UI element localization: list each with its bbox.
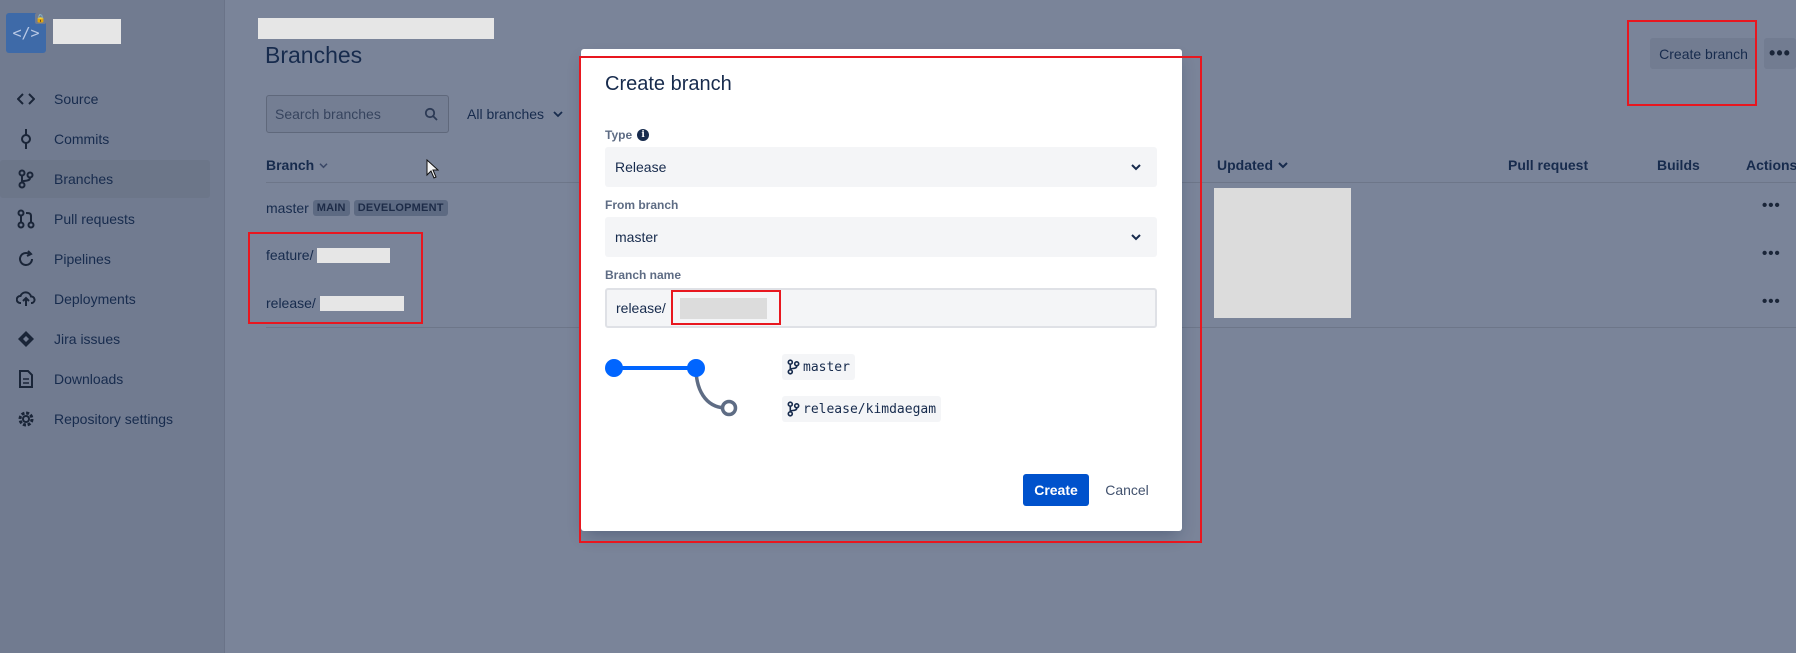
sidebar-item-repository-settings[interactable]: Repository settings: [0, 400, 210, 438]
sidebar-item-label: Branches: [54, 171, 114, 187]
table-row[interactable]: master MAIN DEVELOPMENT: [266, 200, 448, 216]
branch-name[interactable]: release/: [266, 295, 316, 311]
branch-name-label: Branch name: [605, 268, 682, 282]
type-label: Type i: [605, 128, 650, 142]
column-header-pull-request: Pull request: [1508, 157, 1589, 173]
from-branch-value: master: [615, 229, 658, 245]
source-branch-chip: master: [782, 354, 855, 380]
sidebar-item-label: Pipelines: [54, 251, 111, 267]
sidebar-item-jira-issues[interactable]: Jira issues: [0, 320, 210, 358]
column-header-actions: Actions: [1746, 157, 1796, 173]
column-label: Branch: [266, 157, 315, 173]
pull-request-icon: [15, 208, 37, 230]
column-header-updated[interactable]: Updated: [1217, 157, 1288, 173]
branch-diagram: [605, 359, 738, 417]
column-header-builds: Builds: [1657, 157, 1700, 173]
from-branch-label: From branch: [605, 198, 679, 212]
chevron-down-icon: [553, 111, 563, 118]
branch-filter-value: All branches: [467, 106, 545, 122]
document-icon: [15, 368, 37, 390]
create-branch-dialog: Create branch Type i Release From branch…: [581, 49, 1182, 531]
sidebar-item-downloads[interactable]: Downloads: [0, 360, 210, 398]
search-icon: [424, 107, 438, 121]
sidebar-item-label: Pull requests: [54, 211, 135, 227]
redacted-breadcrumb: [258, 18, 494, 39]
sidebar: </> 🔒 Source Commits Branches Pull reque…: [0, 0, 225, 653]
sidebar-item-source[interactable]: Source: [0, 80, 210, 118]
table-row[interactable]: feature/: [266, 247, 391, 263]
sidebar-item-pull-requests[interactable]: Pull requests: [0, 200, 210, 238]
branch-name-input[interactable]: release/: [605, 288, 1157, 328]
redacted-branch-name-value: [679, 297, 767, 319]
dialog-title: Create branch: [605, 73, 732, 95]
redacted-branch-name: [319, 295, 404, 311]
sidebar-item-pipelines[interactable]: Pipelines: [0, 240, 210, 278]
info-icon[interactable]: i: [637, 129, 650, 141]
development-lozenge: DEVELOPMENT: [353, 200, 448, 216]
new-branch-name: release/kimdaegam: [803, 401, 937, 417]
redacted-repository-name: [53, 19, 121, 44]
search-placeholder: Search branches: [275, 106, 381, 122]
source-branch-name: master: [803, 359, 850, 375]
branch-icon: [15, 168, 37, 190]
sidebar-item-commits[interactable]: Commits: [0, 120, 210, 158]
page-title: Branches: [265, 42, 363, 68]
mouse-cursor-icon: [426, 159, 439, 179]
sidebar-item-deployments[interactable]: Deployments: [0, 280, 210, 318]
cancel-button[interactable]: Cancel: [1097, 474, 1157, 506]
sidebar-item-label: Commits: [54, 131, 110, 147]
sidebar-item-label: Deployments: [54, 291, 136, 307]
sort-chevron-icon: [319, 162, 328, 168]
pipelines-icon: [15, 248, 37, 270]
type-label-text: Type: [605, 128, 633, 142]
type-select[interactable]: Release: [605, 147, 1157, 187]
sidebar-item-label: Jira issues: [54, 331, 121, 347]
chevron-down-icon: [1131, 164, 1141, 171]
commit-icon: [15, 128, 37, 150]
main-lozenge: MAIN: [312, 200, 350, 216]
branch-name-prefix: release/: [616, 300, 666, 316]
create-button[interactable]: Create: [1023, 474, 1089, 506]
branch-icon: [787, 359, 800, 375]
branch-icon: [787, 401, 800, 417]
sidebar-item-branches[interactable]: Branches: [0, 160, 210, 198]
cloud-upload-icon: [15, 288, 37, 310]
sidebar-item-label: Repository settings: [54, 411, 174, 427]
column-header-branch[interactable]: Branch: [266, 157, 328, 173]
table-row[interactable]: release/: [266, 295, 404, 311]
redacted-updated-column: [1214, 188, 1351, 318]
gear-icon: [15, 408, 37, 430]
chevron-down-icon: [1131, 234, 1141, 241]
sort-chevron-icon: [1278, 162, 1288, 169]
lock-icon: 🔒: [35, 13, 46, 24]
row-actions-button[interactable]: •••: [1762, 245, 1781, 262]
branch-filter-select[interactable]: All branches: [467, 97, 563, 131]
sidebar-item-label: Source: [54, 91, 99, 107]
type-select-value: Release: [615, 159, 667, 175]
sidebar-item-label: Downloads: [54, 371, 124, 387]
search-input[interactable]: Search branches: [266, 95, 449, 133]
jira-icon: [15, 328, 37, 350]
row-actions-button[interactable]: •••: [1762, 293, 1781, 310]
branch-name[interactable]: feature/: [266, 247, 313, 263]
create-branch-button[interactable]: Create branch: [1650, 38, 1757, 69]
redacted-branch-name: [317, 247, 391, 263]
row-actions-button[interactable]: •••: [1762, 197, 1781, 214]
column-label: Updated: [1217, 157, 1273, 173]
from-branch-select[interactable]: master: [605, 217, 1157, 257]
branch-name[interactable]: master: [266, 200, 309, 216]
new-branch-chip: release/kimdaegam: [782, 396, 942, 422]
more-actions-button[interactable]: •••: [1764, 38, 1796, 69]
code-icon: [15, 88, 37, 110]
